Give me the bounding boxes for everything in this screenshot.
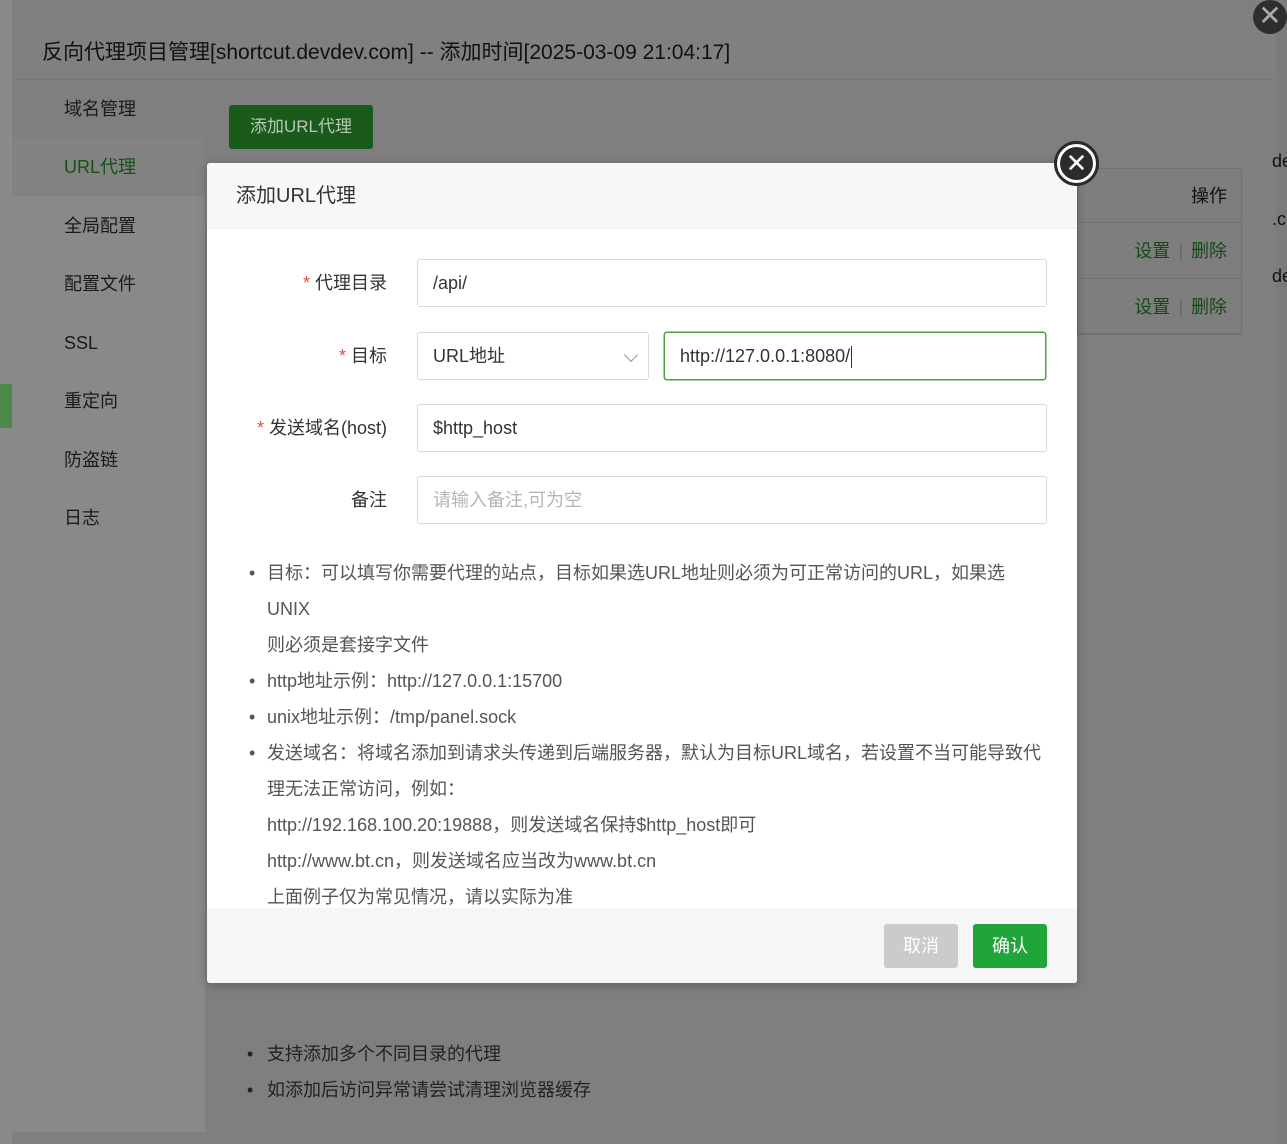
proxy-dir-input[interactable]: /api/ <box>417 259 1047 307</box>
sidebar-item-hotlink[interactable]: 防盗链 <box>12 431 205 489</box>
table-header-action: 操作 <box>1078 169 1241 223</box>
host-row: * 发送域名(host) $http_host <box>207 404 1077 452</box>
target-label: * 目标 <box>338 346 387 366</box>
notes-list: 支持添加多个不同目录的代理 如添加后访问异常请尝试清理浏览器缓存 <box>245 1044 591 1116</box>
remark-input[interactable]: 请输入备注,可为空 <box>417 476 1047 524</box>
target-type-select[interactable]: URL地址 <box>417 332 649 380</box>
dialog-footer: 取消 确认 <box>207 908 1077 983</box>
background-page <box>0 0 12 1144</box>
proxy-table: 操作 设置 | 删除 设置 | 删除 <box>1077 168 1242 335</box>
note-item: 如添加后访问异常请尝试清理浏览器缓存 <box>247 1080 591 1116</box>
sidebar-item-ssl[interactable]: SSL <box>12 314 205 372</box>
table-row: 设置 | 删除 <box>1078 223 1241 279</box>
sidebar-item-domain[interactable]: 域名管理 <box>12 80 205 138</box>
host-input[interactable]: $http_host <box>417 404 1047 452</box>
remark-label: 备注 <box>351 490 387 510</box>
close-icon: ✕ <box>1060 147 1093 180</box>
tip-item: 发送域名：将域名添加到请求头传递到后端服务器，默认为目标URL域名，若设置不当可… <box>247 735 1047 915</box>
tips-list: 目标：可以填写你需要代理的站点，目标如果选URL地址则必须为可正常访问的URL，… <box>247 555 1047 915</box>
background-green-button-edge <box>0 384 12 428</box>
table-row: 设置 | 删除 <box>1078 279 1241 335</box>
dialog-close-icon[interactable]: ✕ <box>1054 141 1099 186</box>
host-label: * 发送域名(host) <box>256 418 387 438</box>
proxy-dir-label: * 代理目录 <box>302 273 387 293</box>
proxy-dir-row: * 代理目录 /api/ <box>207 259 1077 307</box>
required-mark: * <box>302 273 310 293</box>
remark-row: 备注 请输入备注,可为空 <box>207 476 1077 524</box>
target-url-input[interactable]: http://127.0.0.1:8080/ <box>664 332 1046 380</box>
link-separator: | <box>1178 241 1183 261</box>
chevron-down-icon <box>623 347 639 363</box>
required-mark: * <box>256 418 264 438</box>
sidebar-item-redirect[interactable]: 重定向 <box>12 372 205 430</box>
text-caret <box>851 346 853 369</box>
link-separator: | <box>1178 297 1183 317</box>
add-url-proxy-button[interactable]: 添加URL代理 <box>229 105 373 149</box>
note-item: 支持添加多个不同目录的代理 <box>247 1044 591 1080</box>
window-close-icon[interactable]: ✕ <box>1253 0 1287 34</box>
sidebar-item-config-file[interactable]: 配置文件 <box>12 255 205 313</box>
set-link[interactable]: 设置 <box>1134 297 1170 317</box>
sidebar: 域名管理 URL代理 全局配置 配置文件 SSL 重定向 防盗链 日志 <box>12 80 205 1132</box>
confirm-button[interactable]: 确认 <box>973 924 1047 968</box>
dialog-title: 添加URL代理 <box>207 163 1077 229</box>
delete-link[interactable]: 删除 <box>1191 241 1227 261</box>
tip-item: unix地址示例：/tmp/panel.sock <box>247 699 1047 735</box>
background-edge-text: de <box>1272 266 1287 286</box>
target-row: * 目标 URL地址 http://127.0.0.1:8080/ <box>207 332 1077 380</box>
sidebar-item-url-proxy[interactable]: URL代理 <box>12 138 205 196</box>
required-mark: * <box>338 346 346 366</box>
delete-link[interactable]: 删除 <box>1191 297 1227 317</box>
background-edge-text: de <box>1272 151 1287 171</box>
background-edge-text: .c <box>1272 209 1287 229</box>
add-url-proxy-dialog: 添加URL代理 * 代理目录 /api/ * 目标 URL地址 http://127… <box>207 163 1077 983</box>
set-link[interactable]: 设置 <box>1134 241 1170 261</box>
tip-item: http地址示例：http://127.0.0.1:15700 <box>247 663 1047 699</box>
target-type-value: URL地址 <box>433 346 506 366</box>
window-header: 反向代理项目管理[shortcut.devdev.com] -- 添加时间[20… <box>12 16 1276 80</box>
window-title: 反向代理项目管理[shortcut.devdev.com] -- 添加时间[20… <box>42 41 731 64</box>
tip-item: 目标：可以填写你需要代理的站点，目标如果选URL地址则必须为可正常访问的URL，… <box>247 555 1047 663</box>
cancel-button[interactable]: 取消 <box>884 924 958 968</box>
sidebar-item-global-config[interactable]: 全局配置 <box>12 197 205 255</box>
sidebar-item-log[interactable]: 日志 <box>12 489 205 547</box>
